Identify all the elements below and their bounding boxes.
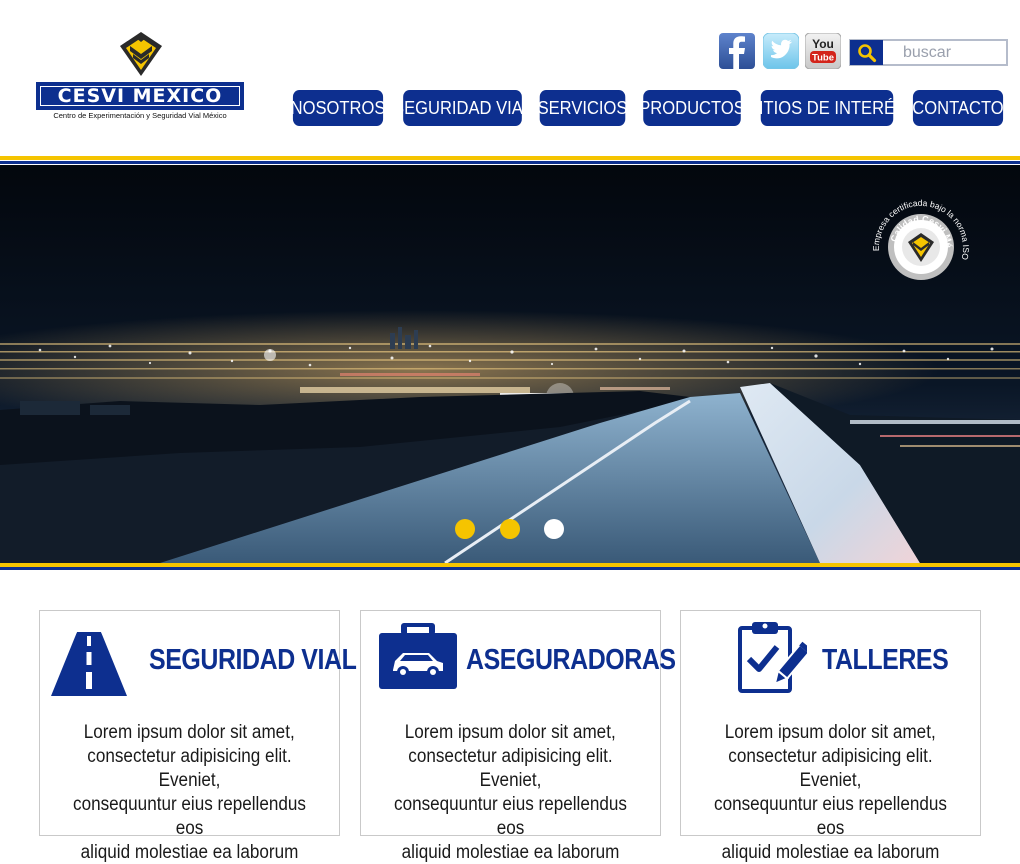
slider-dot-3[interactable] [544,519,564,539]
card-body-line: aliquid molestiae ea laborum ex. [401,842,620,863]
card-body-line: consequuntur eius repellendus eos [73,794,306,839]
hero-night-highway-image: Empresa certificada bajo la norma ISO 90… [0,165,1020,563]
card-body-line: aliquid molestiae ea laborum ex. [721,842,940,863]
card-body-line: Lorem ipsum dolor sit amet, [405,722,616,743]
card-body: Lorem ipsum dolor sit amet, consectetur … [681,721,980,864]
briefcase-car-icon [379,623,457,689]
nav-seguridad-vial[interactable]: SEGURIDAD VIAL [393,90,532,126]
search-icon [857,43,876,62]
card-title: TALLERES [822,644,949,676]
nav-servicios[interactable]: SERVICIOS [538,90,627,126]
logo-emblem-icon [120,32,162,76]
top-stripe-blue [0,161,1020,164]
card-body-line: consequuntur eius repellendus eos [394,794,627,839]
slider-dot-2[interactable] [500,519,520,539]
nav-productos[interactable]: PRODUCTOS [639,90,745,126]
slider-dot-1[interactable] [455,519,475,539]
card-body-line: consectetur adipisicing elit. Eveniet, [87,746,292,791]
facebook-icon[interactable] [719,33,755,69]
card-body-line: Lorem ipsum dolor sit amet, [725,722,936,743]
card-talleres[interactable]: TALLERES Lorem ipsum dolor sit amet, con… [680,610,981,863]
search-button[interactable] [850,40,883,65]
twitter-icon[interactable] [763,33,799,69]
card-title: ASEGURADORAS [466,644,676,676]
clipboard-check-icon [738,622,807,693]
road-icon [47,632,131,696]
svg-text:You: You [812,37,834,51]
search-input[interactable] [889,42,1003,63]
bottom-stripe-blue [0,567,1020,570]
nav-sitios-de-interes[interactable]: SITIOS DE INTERÉS [748,90,906,126]
logo-name: CESVI MEXICO [57,84,223,107]
logo[interactable]: CESVI MEXICO Centro de Experimentación y… [36,30,244,122]
card-body-line: consequuntur eius repellendus eos [714,794,947,839]
card-aseguradoras[interactable]: ASEGURADORAS Lorem ipsum dolor sit amet,… [360,610,676,863]
card-body-line: aliquid molestiae ea laborum ex. [80,842,299,863]
top-stripe-yellow [0,156,1020,160]
nav-contacto[interactable]: CONTACTO [912,90,1004,126]
card-body: Lorem ipsum dolor sit amet, consectetur … [361,721,660,864]
search-box [849,39,1008,66]
card-body-line: consectetur adipisicing elit. Eveniet, [408,746,613,791]
youtube-icon[interactable]: You Tube [805,33,841,69]
logo-plate: CESVI MEXICO [36,82,244,110]
svg-text:Tube: Tube [812,53,834,64]
nav-nosotros[interactable]: NOSOTROS [291,90,385,126]
hero-slider: Empresa certificada bajo la norma ISO 90… [0,165,1020,563]
card-body-line: Lorem ipsum dolor sit amet, [84,722,295,743]
card-body-line: consectetur adipisicing elit. Eveniet, [728,746,933,791]
card-title: SEGURIDAD VIAL [149,644,357,676]
card-seguridad-vial[interactable]: SEGURIDAD VIAL Lorem ipsum dolor sit ame… [39,610,357,863]
card-body: Lorem ipsum dolor sit amet, consectetur … [40,721,339,864]
logo-subtitle: Centro de Experimentación y Seguridad Vi… [53,111,227,120]
